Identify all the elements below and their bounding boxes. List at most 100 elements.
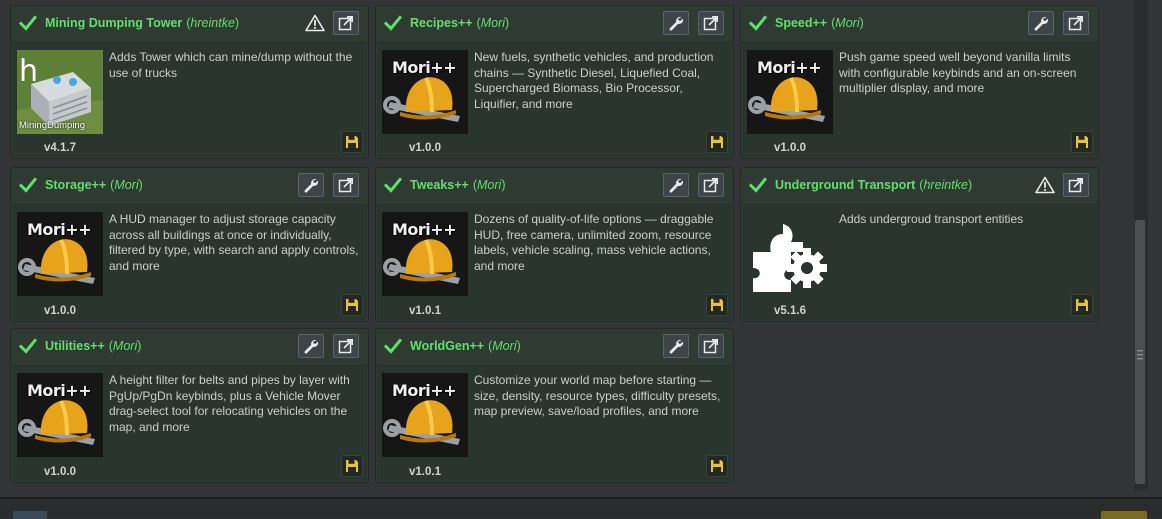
- save-button[interactable]: [1071, 294, 1093, 316]
- mod-card-header: Mining Dumping Towerhreintke: [11, 6, 368, 43]
- mori-logo-text: Mori++: [392, 381, 457, 400]
- settings-button[interactable]: [663, 173, 689, 197]
- save-floppy-icon: [711, 136, 723, 148]
- mori-logo-image: Mori++: [382, 212, 468, 296]
- bottom-left-button[interactable]: [13, 511, 47, 519]
- open-external-button[interactable]: [333, 173, 359, 197]
- mod-description: Push game speed well beyond vanilla limi…: [839, 50, 1077, 95]
- check-icon[interactable]: [749, 176, 767, 194]
- mod-name: Underground Transport: [775, 178, 916, 192]
- mod-description: New fuels, synthetic vehicles, and produ…: [474, 50, 714, 111]
- mod-card: WorldGen++Mori Mori++ Customize your wor…: [375, 328, 734, 483]
- wrench-icon: [304, 178, 319, 193]
- save-button[interactable]: [706, 131, 728, 153]
- mori-logo-image: Mori++: [17, 373, 103, 457]
- mod-description: Dozens of quality-of-life options — drag…: [474, 212, 714, 273]
- mod-author: hreintke: [919, 178, 972, 192]
- external-link-icon: [338, 339, 353, 354]
- settings-button[interactable]: [298, 173, 324, 197]
- open-external-button[interactable]: [1063, 11, 1089, 35]
- mod-author: Mori: [109, 339, 142, 353]
- mori-logo-image: Mori++: [747, 50, 833, 134]
- wrench-icon: [669, 339, 684, 354]
- save-floppy-icon: [346, 136, 358, 148]
- mod-thumbnail: [747, 212, 833, 296]
- open-external-button[interactable]: [333, 334, 359, 358]
- mod-card: Speed++Mori Mori++ Push game speed well …: [740, 5, 1099, 159]
- mori-logo-text: Mori++: [757, 58, 822, 77]
- mod-version: v5.1.6: [774, 305, 806, 317]
- bottom-toolbar: [0, 499, 1162, 519]
- open-external-button[interactable]: [698, 11, 724, 35]
- mod-title: Storage++Mori: [45, 178, 143, 192]
- external-link-icon: [1068, 178, 1083, 193]
- mori-logo-image: Mori++: [382, 50, 468, 134]
- wrench-icon: [669, 16, 684, 31]
- scrollbar-thumb[interactable]: [1135, 220, 1145, 484]
- mod-name: Tweaks++: [410, 178, 469, 192]
- bottom-right-button[interactable]: [1101, 511, 1147, 519]
- mod-title: Recipes++ Mori: [410, 16, 509, 30]
- open-external-button[interactable]: [1063, 173, 1089, 197]
- mod-author: Mori: [473, 178, 506, 192]
- save-floppy-icon: [346, 299, 358, 311]
- check-icon[interactable]: [384, 337, 402, 355]
- mod-card-header: Underground Transporthreintke: [741, 168, 1098, 205]
- mod-card: Utilities++ Mori Mori++ A height filter f…: [10, 328, 369, 483]
- save-floppy-icon: [1076, 136, 1088, 148]
- mod-version: v1.0.0: [44, 466, 76, 478]
- save-floppy-icon: [346, 460, 358, 472]
- mod-thumbnail: Mori++: [382, 373, 468, 457]
- settings-button[interactable]: [1028, 11, 1054, 35]
- save-floppy-icon: [711, 460, 723, 472]
- mod-thumbnail: Mori++: [382, 50, 468, 134]
- save-button[interactable]: [341, 294, 363, 316]
- scrollbar[interactable]: [1134, 0, 1148, 490]
- save-button[interactable]: [706, 455, 728, 477]
- settings-button[interactable]: [663, 11, 689, 35]
- mod-description: Adds undergroud transport entities: [839, 212, 1024, 226]
- save-button[interactable]: [1071, 131, 1093, 153]
- save-button[interactable]: [341, 131, 363, 153]
- mod-name: Speed++: [775, 16, 828, 30]
- open-external-button[interactable]: [698, 173, 724, 197]
- save-floppy-icon: [1076, 299, 1088, 311]
- mod-thumbnail: Mori++: [382, 212, 468, 296]
- mod-version: v1.0.0: [774, 142, 806, 154]
- save-button[interactable]: [706, 294, 728, 316]
- mod-description: Customize your world map before starting…: [474, 373, 721, 418]
- wrench-icon: [669, 178, 684, 193]
- mod-name: Recipes++: [410, 16, 473, 30]
- check-icon[interactable]: [19, 176, 37, 194]
- external-link-icon: [338, 178, 353, 193]
- check-icon[interactable]: [384, 14, 402, 32]
- external-link-icon: [338, 16, 353, 31]
- open-external-button[interactable]: [333, 11, 359, 35]
- external-link-icon: [703, 339, 718, 354]
- mod-card-header: Tweaks++ Mori: [376, 168, 733, 205]
- mod-name: Storage++: [45, 178, 107, 192]
- wrench-icon: [1034, 16, 1049, 31]
- mod-card: Recipes++ Mori Mori++ New fuels, syntheti…: [375, 5, 734, 159]
- external-link-icon: [703, 16, 718, 31]
- save-button[interactable]: [341, 455, 363, 477]
- settings-button[interactable]: [663, 334, 689, 358]
- mod-card-header: Speed++Mori: [741, 6, 1098, 43]
- mod-card-header: Storage++Mori: [11, 168, 368, 205]
- mod-name: Mining Dumping Tower: [45, 16, 183, 30]
- open-external-button[interactable]: [698, 334, 724, 358]
- mod-version: v1.0.0: [409, 142, 441, 154]
- mod-name: Utilities++: [45, 339, 105, 353]
- check-icon[interactable]: [19, 337, 37, 355]
- mod-version: v4.1.7: [44, 142, 76, 154]
- mod-title: Speed++Mori: [775, 16, 864, 30]
- mod-description: A HUD manager to adjust storage capacity…: [109, 212, 359, 273]
- check-icon[interactable]: [749, 14, 767, 32]
- mod-version: v1.0.1: [409, 466, 441, 478]
- mod-thumbnail: Mori++: [17, 373, 103, 457]
- check-icon[interactable]: [19, 14, 37, 32]
- settings-button[interactable]: [298, 334, 324, 358]
- mod-card-header: WorldGen++Mori: [376, 329, 733, 366]
- check-icon[interactable]: [384, 176, 402, 194]
- mod-author: Mori: [488, 339, 521, 353]
